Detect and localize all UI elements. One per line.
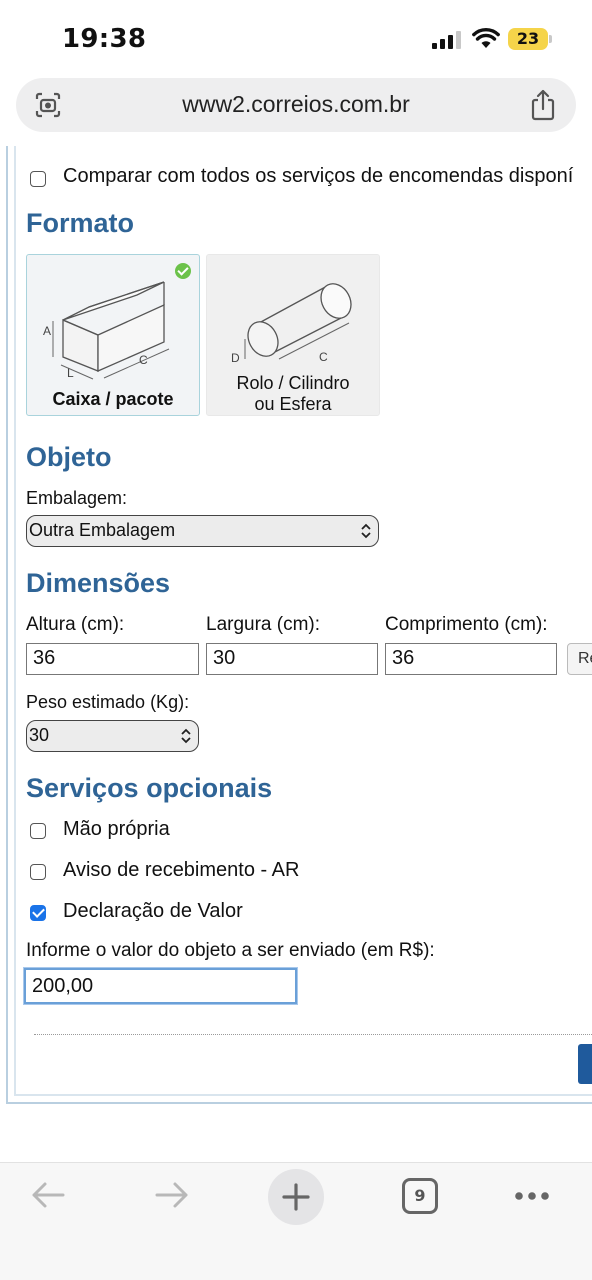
embalagem-value: Outra Embalagem [29,520,176,540]
forward-arrow-icon[interactable] [154,1179,190,1211]
battery-level: 23 [516,29,540,48]
battery-icon: 23 [508,28,552,50]
new-tab-button[interactable] [268,1169,324,1225]
page-content: Comparar com todos os serviços de encome… [0,146,592,1106]
format-box-label: Caixa / pacote [52,389,174,409]
label-c-roll: C [319,350,328,364]
valor-input[interactable]: 200,00 [24,968,297,1004]
address-bar[interactable]: www2.correios.com.br [16,78,576,132]
comprimento-label: Comprimento (cm): [385,614,548,635]
compare-checkbox[interactable] [30,171,46,187]
servicos-title: Serviços opcionais [26,773,273,803]
browser-toolbar: 9 [0,1162,592,1280]
altura-label: Altura (cm): [26,614,125,635]
back-arrow-icon[interactable] [30,1179,66,1211]
largura-label: Largura (cm): [206,614,321,635]
side-button[interactable]: Re [567,643,592,675]
clock: 19:38 [62,24,147,54]
format-box-card[interactable]: A L C Caixa / pacote [26,254,200,416]
cylinder-diagram-icon: D C [231,283,352,365]
peso-value: 30 [29,725,50,745]
declaracao-valor-label: Declaração de Valor [63,900,243,922]
embalagem-label: Embalagem: [26,488,128,508]
label-l: L [67,366,74,380]
dimensoes-title: Dimensões [26,568,171,598]
declaracao-valor-checkbox[interactable] [30,905,46,921]
aviso-recebimento-label: Aviso de recebimento - AR [63,859,300,881]
formato-title: Formato [26,208,134,238]
lens-icon[interactable] [34,91,62,119]
compare-label: Comparar com todos os serviços de encome… [63,165,574,187]
comprimento-input[interactable]: 36 [385,643,557,675]
more-icon[interactable] [514,1191,550,1201]
label-d: D [231,351,240,365]
objeto-title: Objeto [26,442,112,472]
format-roll-card[interactable]: D C Rolo / Cilindro ou Esfera [206,254,380,416]
altura-input[interactable]: 36 [26,643,199,675]
signal-icon [432,31,462,49]
aviso-recebimento-checkbox[interactable] [30,864,46,880]
plus-icon [282,1183,310,1211]
peso-select[interactable]: 30 [26,720,199,752]
divider [34,1034,592,1035]
share-icon[interactable] [530,89,556,121]
select-chevrons-icon [361,523,371,539]
mao-propria-checkbox[interactable] [30,823,46,839]
peso-label: Peso estimado (Kg): [26,692,190,712]
url-text[interactable]: www2.correios.com.br [76,91,516,118]
box-diagram-icon: A L C [43,281,170,380]
select-chevrons-icon [181,728,191,744]
label-a: A [43,324,51,338]
wifi-icon [472,27,500,48]
tabs-icon[interactable]: 9 [402,1178,438,1214]
largura-input[interactable]: 30 [206,643,378,675]
valor-label: Informe o valor do objeto a ser enviado … [26,940,435,961]
embalagem-select[interactable]: Outra Embalagem [26,515,379,547]
format-roll-label-line2: ou Esfera [254,394,332,414]
status-bar: 19:38 23 [0,0,592,78]
submit-button[interactable] [578,1044,592,1084]
mao-propria-label: Mão própria [63,818,170,840]
label-c: C [139,353,148,367]
format-roll-label-line1: Rolo / Cilindro [236,373,350,393]
